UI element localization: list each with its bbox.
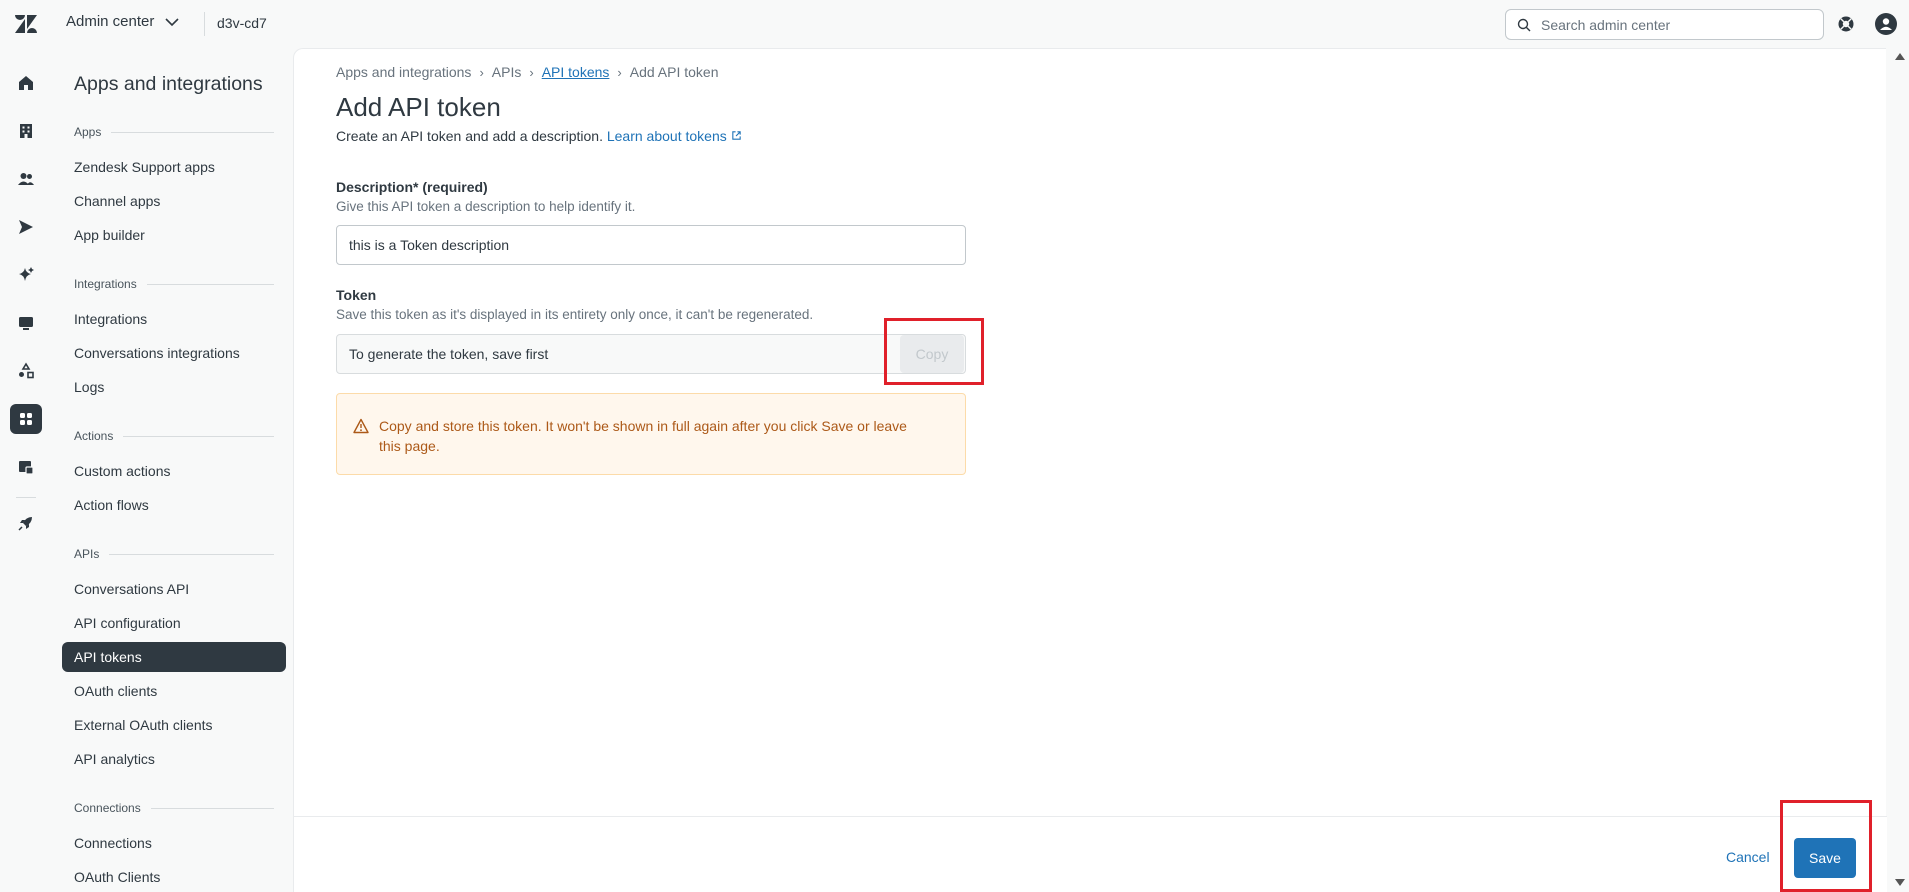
sidebar-item-api-configuration[interactable]: API configuration (62, 608, 286, 638)
account-name: d3v-cd7 (217, 15, 267, 31)
token-value: To generate the token, save first (349, 346, 549, 362)
form-footer: Cancel Save (294, 816, 1887, 892)
breadcrumb-separator: › (529, 64, 534, 80)
sidebar-item-external-oauth-clients[interactable]: External OAuth clients (62, 710, 286, 740)
chevron-down-icon (165, 17, 179, 26)
rail-divider (16, 497, 36, 498)
building-icon[interactable] (10, 116, 42, 146)
sidebar-item-oauth-clients-connections[interactable]: OAuth Clients (62, 862, 286, 892)
sidebar-item-integrations[interactable]: Integrations (62, 304, 286, 334)
search-box[interactable] (1505, 9, 1824, 40)
cancel-button[interactable]: Cancel (1726, 849, 1770, 865)
token-field: To generate the token, save first Copy (336, 334, 966, 374)
rocket-icon[interactable] (10, 508, 42, 538)
breadcrumb-current: Add API token (629, 64, 719, 80)
description-field[interactable] (336, 225, 966, 265)
secondary-nav: Apps and integrations Apps Zendesk Suppo… (52, 48, 292, 892)
product-nav-rail (0, 48, 52, 892)
nav-group-label: Integrations (74, 277, 137, 291)
warning-icon (353, 418, 369, 434)
sidebar-item-conversations-integrations[interactable]: Conversations integrations (62, 338, 286, 368)
external-link-icon (731, 131, 741, 140)
copy-button[interactable]: Copy (900, 335, 964, 373)
nav-group-label: APIs (74, 547, 100, 561)
breadcrumb-apis[interactable]: APIs (492, 64, 522, 80)
user-avatar-icon[interactable] (1875, 13, 1897, 35)
nav-group-connections: Connections (74, 801, 274, 815)
people-icon[interactable] (10, 164, 42, 194)
sidebar-item-zendesk-support-apps[interactable]: Zendesk Support apps (62, 152, 286, 182)
nav-group-apis: APIs (74, 547, 274, 561)
send-icon[interactable] (10, 212, 42, 242)
nav-group-integrations: Integrations (74, 277, 274, 291)
token-hint: Save this token as it's displayed in its… (336, 307, 814, 322)
scroll-up-arrow[interactable] (1895, 53, 1905, 60)
monitor-icon[interactable] (10, 308, 42, 338)
sidebar-item-channel-apps[interactable]: Channel apps (62, 186, 286, 216)
main-content: Apps and integrations › APIs › API token… (293, 48, 1887, 892)
warning-text: Copy and store this token. It won't be s… (379, 418, 907, 454)
nav-group-apps: Apps (74, 125, 274, 139)
product-label: Admin center (66, 13, 155, 30)
nav-group-label: Apps (74, 125, 102, 139)
top-bar: Admin center d3v-cd7 (0, 0, 1909, 48)
breadcrumb-separator: › (617, 64, 622, 80)
search-input[interactable] (1541, 16, 1801, 33)
subtitle-text: Create an API token and add a descriptio… (336, 128, 603, 144)
scroll-down-arrow[interactable] (1895, 879, 1905, 886)
page-subtitle: Create an API token and add a descriptio… (336, 128, 742, 144)
sidebar-item-conversations-api[interactable]: Conversations API (62, 574, 286, 604)
sidebar-item-api-tokens[interactable]: API tokens (62, 642, 286, 672)
zendesk-logo-icon[interactable] (14, 13, 38, 35)
breadcrumb-api-tokens-link[interactable]: API tokens (542, 64, 610, 80)
sidebar-item-api-analytics[interactable]: API analytics (62, 744, 286, 774)
section-title: Apps and integrations (74, 73, 263, 95)
product-switcher[interactable]: Admin center (66, 13, 180, 30)
objects-icon[interactable] (10, 356, 42, 386)
apps-grid-icon[interactable] (10, 404, 42, 434)
nav-group-actions: Actions (74, 429, 274, 443)
nav-group-label: Connections (74, 801, 141, 815)
learn-about-tokens-link[interactable]: Learn about tokens (607, 128, 742, 144)
help-icon[interactable] (1837, 15, 1855, 33)
nav-group-label: Actions (74, 429, 114, 443)
sidebar-item-logs[interactable]: Logs (62, 372, 286, 402)
sidebar-item-app-builder[interactable]: App builder (62, 220, 286, 250)
description-hint: Give this API token a description to hel… (336, 199, 636, 214)
description-label: Description* (required) (336, 179, 488, 195)
breadcrumb: Apps and integrations › APIs › API token… (336, 64, 718, 80)
sidebar-item-connections[interactable]: Connections (62, 828, 286, 858)
sparkle-icon[interactable] (10, 260, 42, 290)
topbar-divider (204, 12, 205, 36)
save-button[interactable]: Save (1794, 838, 1856, 878)
token-label: Token (336, 287, 377, 303)
search-icon (1517, 18, 1531, 31)
breadcrumb-separator: › (479, 64, 484, 80)
page-title: Add API token (336, 92, 501, 122)
home-icon[interactable] (10, 68, 42, 98)
sidebar-item-oauth-clients[interactable]: OAuth clients (62, 676, 286, 706)
workspace-icon[interactable] (10, 452, 42, 482)
breadcrumb-apps-and-integrations[interactable]: Apps and integrations (336, 64, 471, 80)
warning-alert: Copy and store this token. It won't be s… (336, 393, 966, 475)
sidebar-item-custom-actions[interactable]: Custom actions (62, 456, 286, 486)
sidebar-item-action-flows[interactable]: Action flows (62, 490, 286, 520)
